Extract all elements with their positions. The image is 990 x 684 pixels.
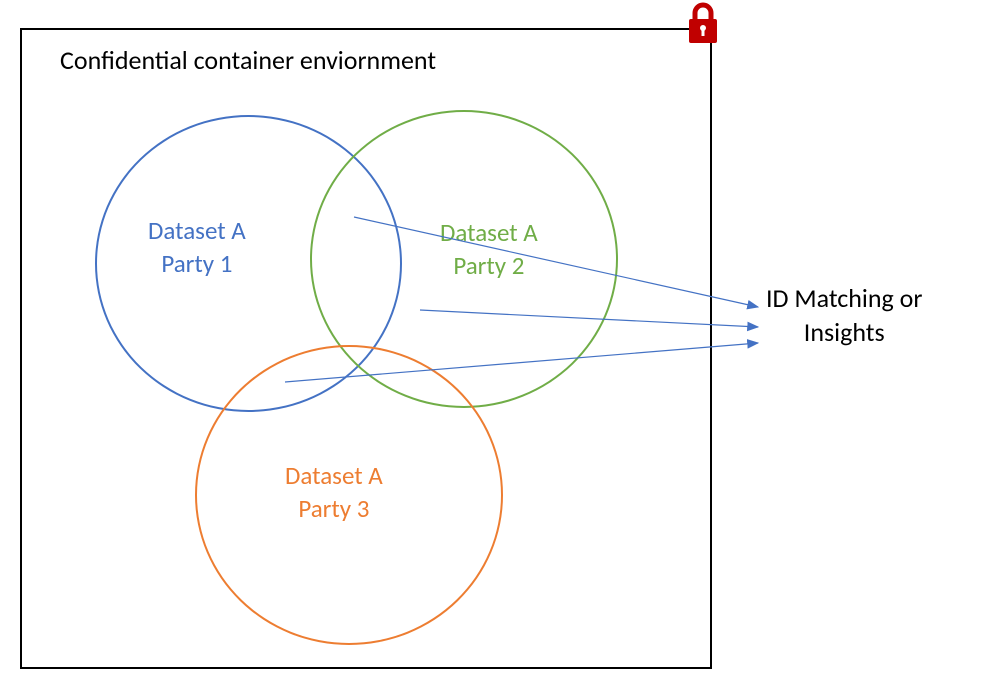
label-party3-line1: Dataset A xyxy=(285,460,383,491)
label-party2-line2: Party 2 xyxy=(453,250,524,281)
output-line2: Insights xyxy=(804,316,885,348)
output-line1: ID Matching or xyxy=(766,282,922,314)
label-party1-line2: Party 1 xyxy=(161,248,232,279)
container-title: Confidential container enviornment xyxy=(60,44,436,76)
label-party2: Dataset A Party 2 xyxy=(440,217,538,282)
label-party1-line1: Dataset A xyxy=(148,215,246,246)
label-party2-line1: Dataset A xyxy=(440,217,538,248)
label-party1: Dataset A Party 1 xyxy=(148,215,246,280)
label-party3: Dataset A Party 3 xyxy=(285,460,383,525)
lock-icon xyxy=(685,1,721,45)
output-label: ID Matching or Insights xyxy=(766,282,922,350)
label-party3-line2: Party 3 xyxy=(298,493,369,524)
